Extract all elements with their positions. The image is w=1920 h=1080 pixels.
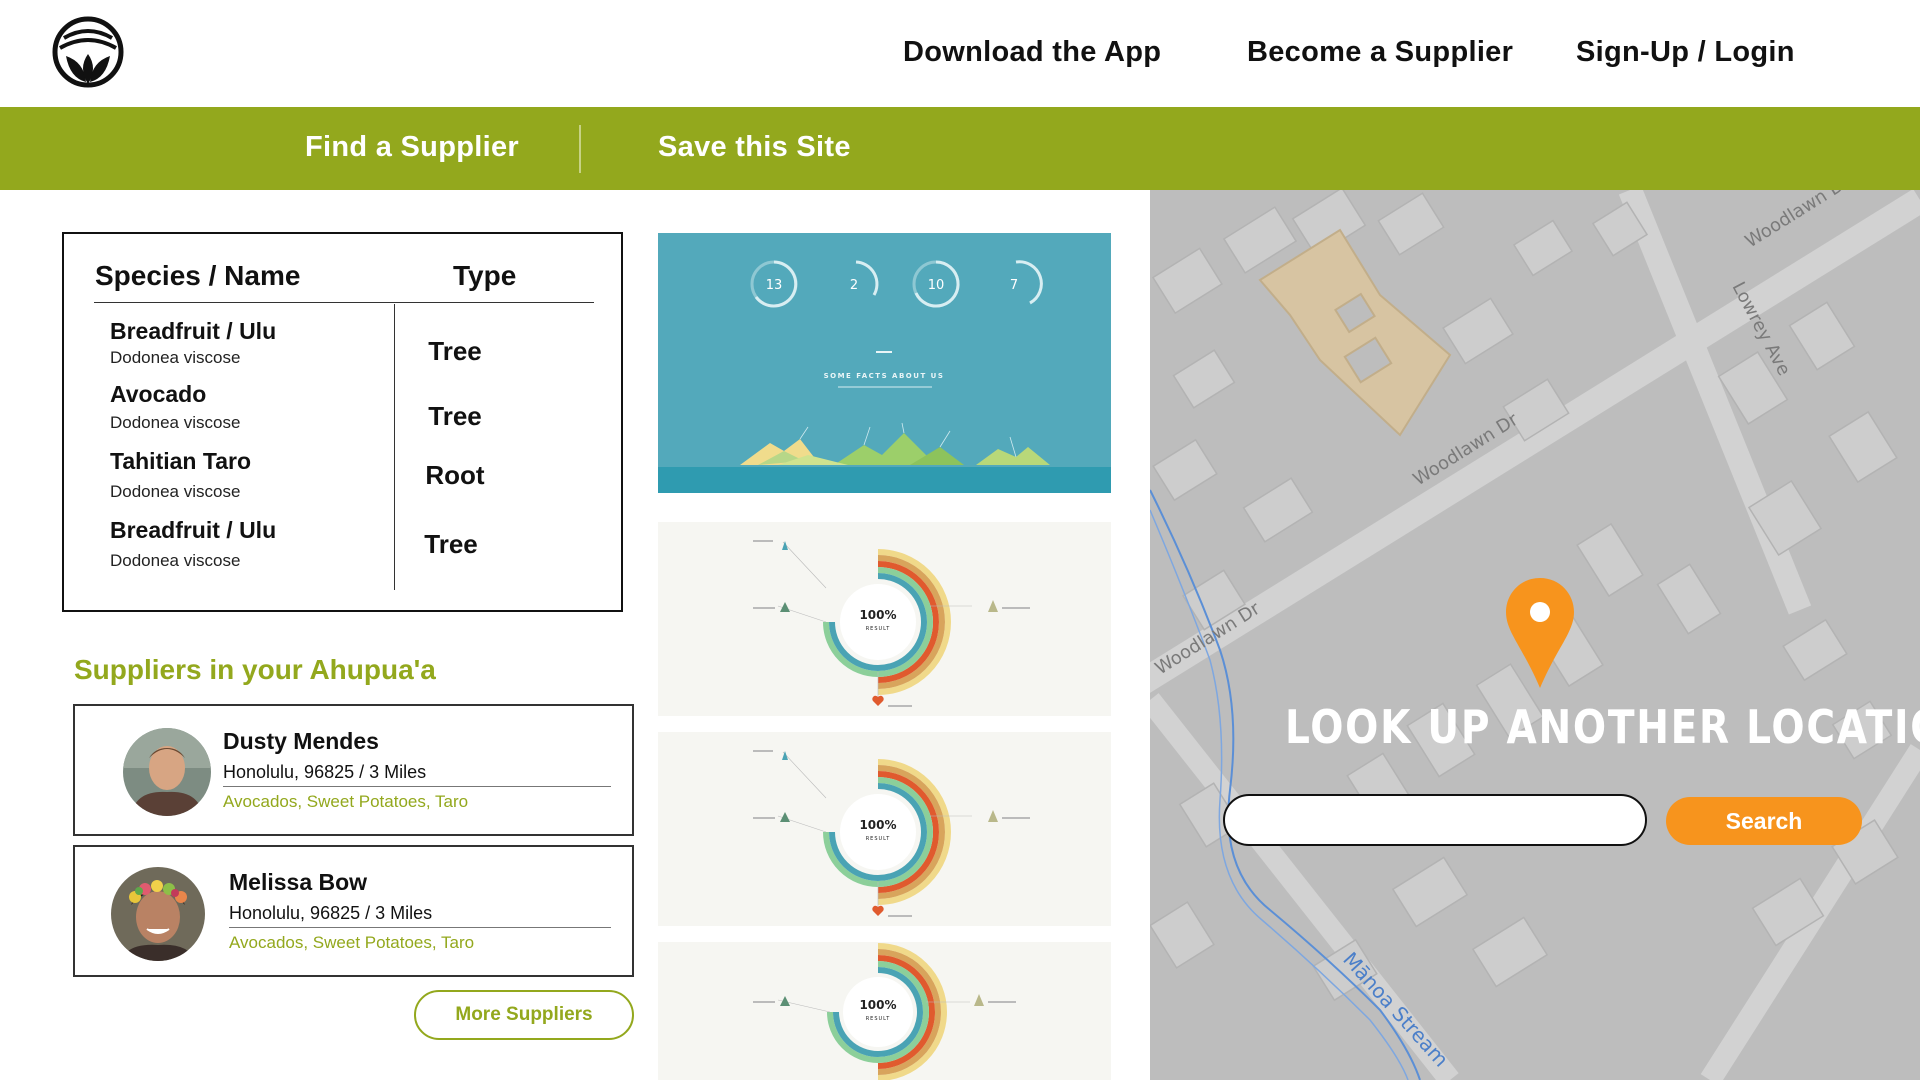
mountain-icon — [974, 994, 984, 1006]
heart-icon — [872, 695, 884, 706]
supplier-name: Dusty Mendes — [223, 728, 379, 754]
supplier-card[interactable]: Dusty Mendes Honolulu, 96825 / 3 Miles A… — [73, 704, 634, 836]
species-type: Tree — [424, 529, 478, 559]
fact-stat: 2 — [850, 278, 858, 293]
fact-stat: 10 — [928, 278, 945, 293]
supplier-divider — [229, 927, 611, 928]
people-icon — [782, 541, 788, 550]
become-supplier-link[interactable]: Become a Supplier — [1247, 36, 1513, 69]
lookup-title: LOOK UP ANOTHER LOCATION — [1285, 700, 1920, 754]
nav-divider — [579, 125, 581, 173]
result-label: RESULT — [866, 1016, 891, 1022]
species-name: Avocado — [110, 381, 207, 407]
species-name: Breadfruit / Ulu — [110, 318, 277, 344]
table-row: Breadfruit / Ulu Dodonea viscose Tree — [110, 318, 590, 378]
supplier-crops: Avocados, Sweet Potatoes, Taro — [223, 792, 469, 811]
species-scientific: Dodonea viscose — [110, 348, 241, 367]
fact-stat: 13 — [766, 278, 783, 293]
result-label: RESULT — [866, 836, 891, 842]
result-value: 100% — [859, 608, 896, 622]
mountains-graphic — [740, 433, 1050, 465]
species-type: Tree — [428, 336, 482, 366]
supplier-name: Melissa Bow — [229, 869, 368, 895]
result-label: RESULT — [866, 626, 891, 632]
table-row: Tahitian Taro Dodonea viscose Root — [110, 448, 590, 508]
species-type: Root — [425, 460, 485, 490]
find-supplier-link[interactable]: Find a Supplier — [305, 131, 519, 164]
heart-icon — [872, 905, 884, 916]
species-type: Tree — [428, 401, 482, 431]
result-chart: 100% RESULT — [753, 750, 1030, 917]
species-table: Species / Name Type Breadfruit / Ulu Dod… — [62, 232, 623, 612]
result-chart: 100% RESULT — [753, 540, 1030, 707]
type-header: Type — [453, 260, 517, 291]
species-name: Breadfruit / Ulu — [110, 517, 277, 543]
download-app-link[interactable]: Download the App — [903, 36, 1161, 69]
species-name-header: Species / Name — [95, 260, 301, 291]
facts-graphic: 13 2 10 7 SOME FACTS ABOUT US — [740, 260, 1050, 465]
facts-thumbnail[interactable]: 13 2 10 7 SOME FACTS ABOUT US — [658, 233, 1111, 493]
result-value: 100% — [859, 818, 896, 832]
supplier-location: Honolulu, 96825 / 3 Miles — [229, 903, 433, 923]
signup-login-link[interactable]: Sign-Up / Login — [1576, 36, 1795, 69]
facts-subtitle — [838, 386, 932, 388]
header-divider — [94, 302, 594, 303]
facts-ornament — [876, 351, 892, 353]
result-value: 100% — [859, 998, 896, 1012]
people-icon — [782, 751, 788, 760]
species-name: Tahitian Taro — [110, 448, 251, 474]
avatar — [123, 728, 211, 816]
mountain-icon — [988, 810, 998, 822]
supplier-card[interactable]: Melissa Bow Honolulu, 96825 / 3 Miles Av… — [73, 845, 634, 977]
location-search-input[interactable] — [1223, 794, 1647, 846]
location-pin-icon — [1506, 578, 1574, 688]
result-chart: 100% RESULT — [753, 943, 1016, 1080]
top-header: Download the App Become a Supplier Sign-… — [0, 0, 1920, 107]
result-thumbnail[interactable]: 100% RESULT — [658, 522, 1111, 716]
result-thumbnail[interactable]: 100% RESULT — [658, 942, 1111, 1080]
result-thumbnail[interactable]: 100% RESULT — [658, 732, 1111, 926]
sub-nav-bar: Find a Supplier Save this Site — [0, 107, 1920, 190]
fact-stat: 7 — [1010, 278, 1018, 293]
species-scientific: Dodonea viscose — [110, 413, 241, 432]
supplier-location: Honolulu, 96825 / 3 Miles — [223, 762, 427, 782]
supplier-divider — [223, 786, 611, 787]
table-row: Breadfruit / Ulu Dodonea viscose Tree — [110, 517, 590, 577]
mountain-icon — [988, 600, 998, 612]
species-scientific: Dodonea viscose — [110, 482, 241, 501]
search-button[interactable]: Search — [1666, 797, 1862, 845]
supplier-crops: Avocados, Sweet Potatoes, Taro — [229, 933, 475, 952]
facts-heading: SOME FACTS ABOUT US — [824, 372, 945, 380]
species-scientific: Dodonea viscose — [110, 551, 241, 570]
leaf-logo-icon[interactable] — [52, 16, 124, 88]
more-suppliers-button[interactable]: More Suppliers — [414, 990, 634, 1040]
avatar — [111, 867, 205, 961]
save-site-link[interactable]: Save this Site — [658, 131, 851, 164]
facts-footer-band — [658, 467, 1111, 493]
table-row: Avocado Dodonea viscose Tree — [110, 381, 590, 441]
suppliers-heading: Suppliers in your Ahupua'a — [74, 654, 436, 685]
